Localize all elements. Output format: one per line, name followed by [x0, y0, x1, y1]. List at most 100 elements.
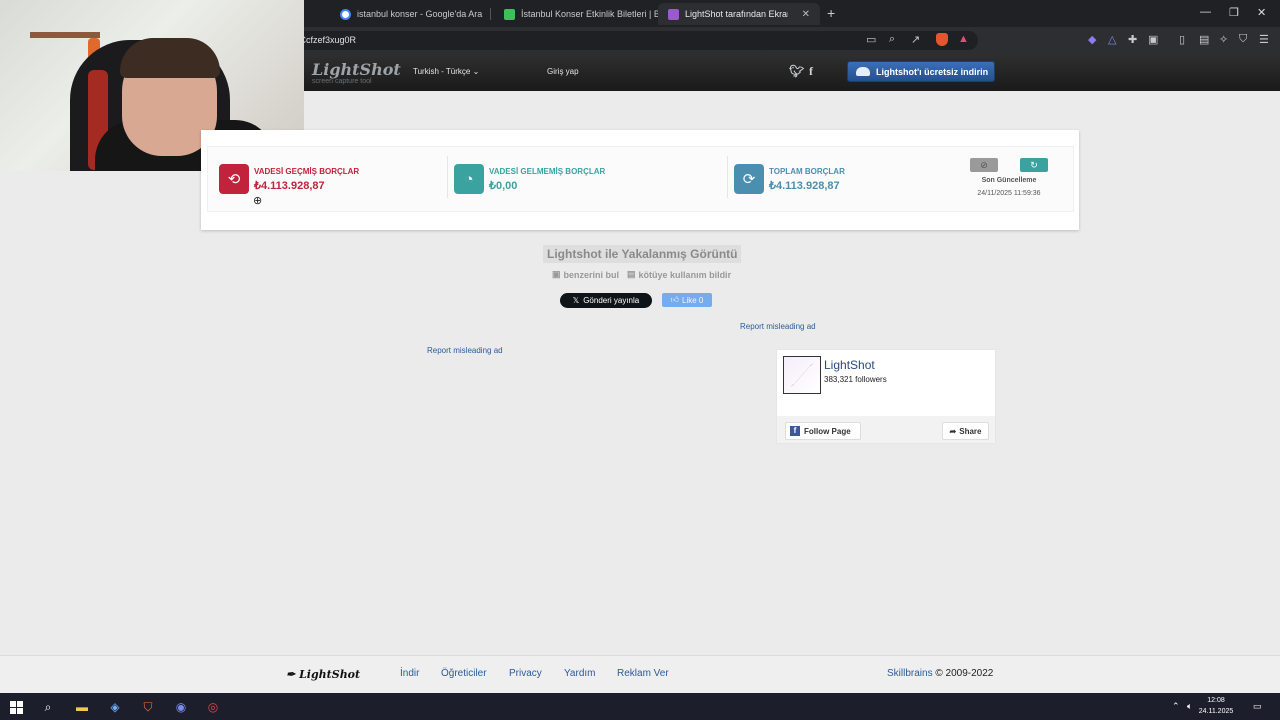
debt-summary-inner	[207, 146, 1074, 212]
capture-title: Lightshot ile Yakalanmış Görüntü	[543, 245, 742, 263]
tab-label: LightShot tarafından Ekran Görü	[685, 9, 788, 19]
extensions-puzzle-icon[interactable]: ✚	[1128, 33, 1137, 46]
capture-actions: ▣ benzerini bul ▤ kötüye kullanım bildir	[552, 269, 731, 280]
lightshot-feather-icon	[668, 8, 679, 20]
share-button[interactable]: ➦ Share	[942, 422, 989, 440]
menu-icon[interactable]: ☰	[1259, 33, 1269, 46]
login-link[interactable]: Giriş yap	[547, 67, 579, 76]
notifications-icon[interactable]: ▭	[1253, 701, 1262, 712]
cast-icon[interactable]: ▭	[866, 33, 876, 46]
zoom-cursor-icon: ⊕	[253, 195, 263, 207]
not-due-value: ₺0,00	[489, 180, 518, 192]
leo-ai-icon[interactable]: ✧	[1219, 33, 1228, 46]
refresh-icon: ↻	[1030, 159, 1038, 170]
extension-delta-icon[interactable]: △	[1108, 33, 1116, 46]
brave-browser-icon[interactable]: ⛉	[140, 699, 156, 715]
footer-link-help[interactable]: Yardım	[564, 668, 596, 679]
footer-copyright: Skillbrains © 2009-2022	[887, 668, 993, 679]
facebook-icon[interactable]: f	[809, 64, 813, 79]
restore-icon[interactable]: ❐	[1229, 6, 1239, 19]
new-tab-icon[interactable]: +	[827, 5, 835, 21]
tweet-label: Gönderi yayınla	[583, 296, 640, 305]
report-abuse-label: kötüye kullanım bildir	[638, 269, 732, 280]
vpn-shield-icon[interactable]: ⛉	[1239, 33, 1247, 46]
divider	[727, 156, 728, 198]
thumbs-up-icon: 👍︎	[670, 295, 679, 304]
page-footer: ✒ LightShot İndir Öğreticiler Privacy Ya…	[0, 655, 1280, 693]
search-icon[interactable]: ⌕	[40, 699, 56, 715]
obs-icon[interactable]: ◎	[205, 699, 221, 715]
biletix-icon	[504, 8, 515, 20]
find-similar-link[interactable]: ▣ benzerini bul	[552, 269, 619, 280]
wallet-card-icon[interactable]: ▤	[1199, 33, 1209, 46]
history-clock-icon: ⟳	[734, 164, 764, 194]
footer-logo[interactable]: ✒ LightShot	[286, 668, 360, 681]
refresh-button[interactable]: ↻	[1020, 158, 1048, 172]
brave-shield-icon[interactable]	[936, 33, 948, 49]
volume-icon[interactable]: 🔈︎	[1187, 701, 1192, 712]
google-icon	[340, 8, 351, 20]
report-abuse-link[interactable]: ▤ kötüye kullanım bildir	[627, 269, 731, 280]
not-due-title: VADESİ GELMEMİŞ BORÇLAR	[489, 167, 606, 176]
clock-date: 24.11.2025	[1198, 708, 1234, 715]
report-ad-link-left[interactable]: Report misleading ad	[427, 346, 503, 355]
close-tab-icon[interactable]: ✕	[802, 9, 810, 20]
last-update-time: 24/11/2025 11:59:36	[977, 190, 1041, 197]
twitter-icon[interactable]: 🐦︎	[789, 64, 804, 78]
extension-icon[interactable]: ◆	[1088, 33, 1096, 46]
fb-page-name[interactable]: LightShot	[824, 358, 875, 372]
total-value: ₺4.113.928,87	[769, 180, 840, 192]
share-icon[interactable]: ↗	[911, 33, 920, 46]
chevron-down-icon: ⌄	[472, 67, 480, 76]
skillbrains-link[interactable]: Skillbrains	[887, 668, 933, 679]
pending-clock-icon: ◔	[454, 164, 484, 194]
footer-link-download[interactable]: İndir	[400, 668, 419, 679]
share-arrow-icon: ➦	[949, 426, 957, 436]
close-window-icon[interactable]: ✕	[1257, 6, 1266, 19]
lightshot-logo[interactable]: LightShot	[312, 60, 401, 79]
find-similar-label: benzerini bul	[563, 269, 620, 280]
windows-start-icon[interactable]	[8, 699, 24, 715]
windows-taskbar: ⌕ ▬ ◈ ⛉ ◉ ◎ ⌃ 🔈︎ 12:08 24.11.2025 ▭	[0, 693, 1280, 720]
tab-label: istanbul konser - Google'da Ara	[357, 9, 483, 19]
overdue-clock-icon: ⟲	[219, 164, 249, 194]
tweet-button[interactable]: 𝕏 Gönderi yayınla	[560, 293, 652, 308]
tab-google-search[interactable]: istanbul konser - Google'da Ara	[330, 3, 492, 25]
download-button[interactable]: Lightshot'ı ücretsiz indirin	[847, 61, 995, 82]
hide-values-button[interactable]: ⊘	[970, 158, 998, 172]
facebook-page-widget: LightShot 383,321 followers f Follow Page…	[776, 349, 996, 444]
flag-icon: ▤	[627, 269, 636, 279]
eye-slash-icon: ⊘	[980, 159, 988, 170]
like-label: Like 0	[682, 295, 704, 305]
lightshot-page-avatar[interactable]	[783, 356, 821, 394]
footer-logo-text: LightShot	[299, 668, 361, 681]
facebook-icon: f	[790, 426, 800, 436]
sidebar-icon[interactable]: ▯	[1179, 33, 1185, 46]
wallet-icon[interactable]: ▣	[1148, 33, 1158, 46]
follow-page-button[interactable]: f Follow Page	[785, 422, 861, 440]
footer-link-advertise[interactable]: Reklam Ver	[617, 668, 669, 679]
language-selector[interactable]: Turkish - Türkçe ⌄	[413, 67, 479, 76]
minimize-icon[interactable]: —	[1200, 6, 1211, 18]
file-explorer-icon[interactable]: ▬	[74, 699, 90, 715]
brave-rewards-icon[interactable]: ▲	[958, 33, 969, 45]
footer-link-privacy[interactable]: Privacy	[509, 668, 542, 679]
taskbar-clock[interactable]: 12:08 24.11.2025	[1198, 695, 1234, 717]
tray-chevron-icon[interactable]: ⌃	[1172, 701, 1180, 712]
follow-label: Follow Page	[804, 426, 851, 436]
tab-lightshot[interactable]: LightShot tarafından Ekran Görü ✕	[658, 3, 820, 25]
camera-icon: ▣	[552, 269, 561, 279]
logo-subtitle: screen capture tool	[312, 78, 372, 85]
overdue-value: ₺4.113.928,87	[254, 180, 325, 192]
app-icon[interactable]: ◈	[107, 699, 123, 715]
x-logo-icon: 𝕏	[572, 296, 580, 305]
facebook-like-button[interactable]: 👍︎ Like 0	[662, 293, 712, 307]
divider	[447, 156, 448, 198]
tab-separator	[490, 8, 491, 20]
report-ad-link-right[interactable]: Report misleading ad	[740, 322, 816, 331]
discord-icon[interactable]: ◉	[173, 699, 189, 715]
tab-biletix[interactable]: İstanbul Konser Etkinlik Biletleri | But…	[494, 3, 680, 25]
zoom-icon[interactable]: ⌕	[889, 33, 895, 46]
footer-link-tutorials[interactable]: Öğreticiler	[441, 668, 487, 679]
fb-followers-count: 383,321 followers	[824, 375, 887, 384]
